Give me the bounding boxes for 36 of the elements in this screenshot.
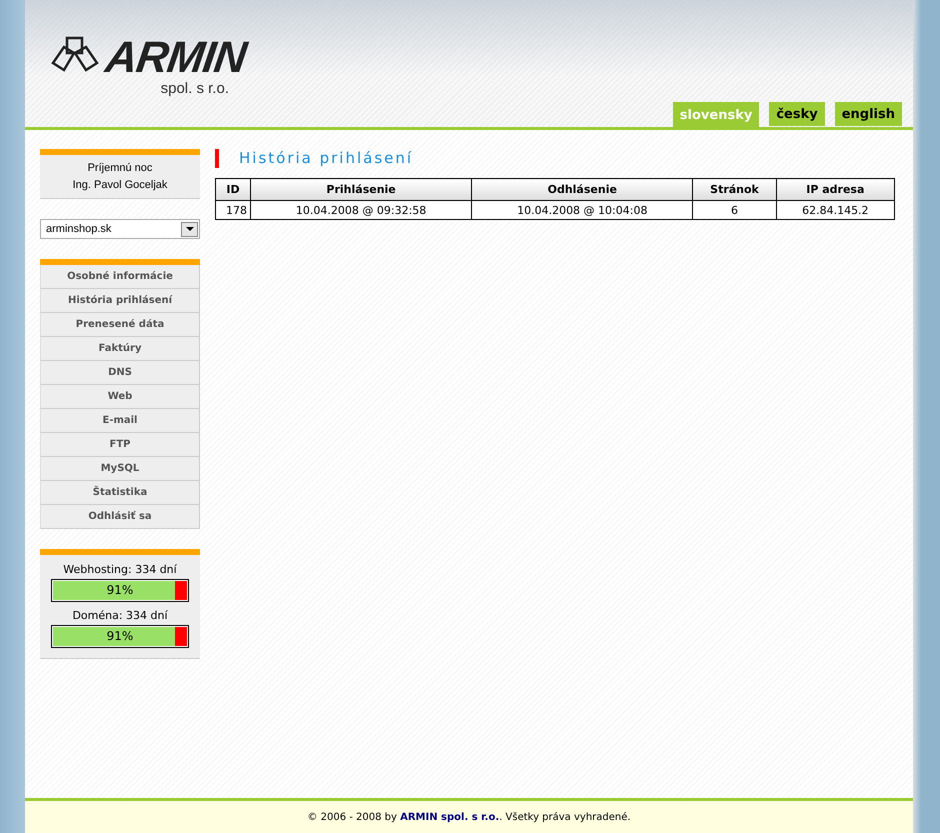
quota-reading: 91% <box>106 582 134 599</box>
language-tab[interactable]: česky <box>769 102 825 126</box>
menu-item[interactable]: Faktúry <box>40 337 200 361</box>
menu-item[interactable]: Odhlásiť sa <box>40 505 200 529</box>
column-header: Prihlásenie <box>250 178 472 200</box>
copyright-text: © 2006 - 2008 by ARMIN spol. s r.o.. Všetky práva vyhradené. <box>307 812 631 822</box>
dropdown-icon <box>181 222 198 236</box>
domain-select[interactable]: arminshop.sk <box>40 219 200 239</box>
table-cell: 10.04.2008 @ 09:32:58 <box>250 200 472 220</box>
menu-item[interactable]: Štatistika <box>40 481 200 505</box>
table-cell: 62.84.145.2 <box>776 200 894 220</box>
menu-item[interactable]: E-mail <box>40 409 200 433</box>
logo-subtitle: spol. s r.o. <box>160 80 229 97</box>
menu-item[interactable]: DNS <box>40 361 200 385</box>
column-header: IP adresa <box>776 178 894 200</box>
column-header: ID <box>216 178 250 200</box>
menu-item[interactable]: FTP <box>40 433 200 457</box>
column-header: Stránok <box>692 178 776 200</box>
company-link[interactable]: ARMIN spol. s r.o. <box>400 812 500 822</box>
menu-item[interactable]: História prihlásení <box>40 289 200 313</box>
language-tab[interactable]: english <box>834 102 902 126</box>
logo-name: ARMIN <box>102 36 248 80</box>
table-cell: 6 <box>692 200 776 220</box>
quota-label: Doména: 334 dní <box>72 609 168 622</box>
menu-item[interactable]: Osobné informácie <box>40 265 200 289</box>
menu-item[interactable]: Web <box>40 385 200 409</box>
menu-item[interactable]: MySQL <box>40 457 200 481</box>
user-name: Ing. Pavol Goceljak <box>72 178 168 193</box>
quota-reading: 91% <box>106 628 134 645</box>
greeting-text: Príjemnú noc <box>88 161 152 176</box>
menu-item[interactable]: Prenesené dáta <box>40 313 200 337</box>
page-title: História prihlásení <box>215 149 896 168</box>
quota-label: Webhosting: 334 dní <box>63 563 177 576</box>
table-cell: 10.04.2008 @ 10:04:08 <box>472 200 693 220</box>
column-header: Odhlásenie <box>472 178 693 200</box>
table-cell: 178 <box>216 200 250 220</box>
